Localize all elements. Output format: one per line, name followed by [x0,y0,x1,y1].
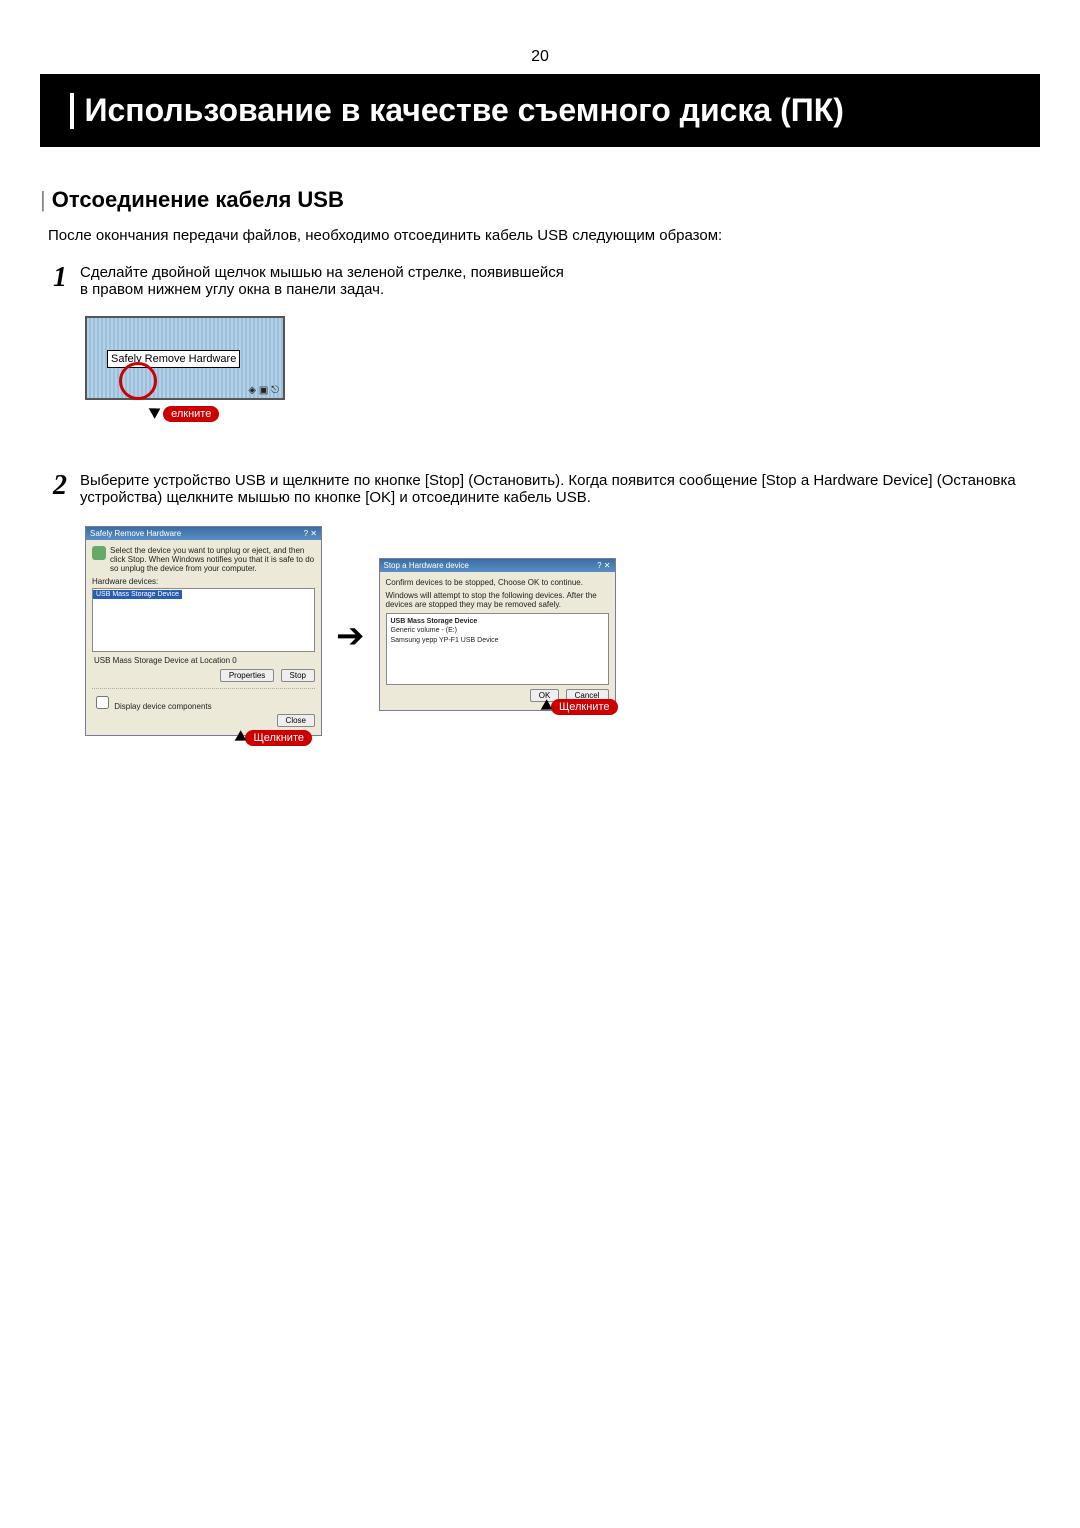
click-label: елкните [163,406,219,422]
attempt-text: Windows will attempt to stop the followi… [386,591,609,609]
info-text: Select the device you want to unplug or … [110,546,315,573]
tray-icons: ◈ ▣ ⎋ [248,385,279,396]
hardware-label: Hardware devices: [92,577,315,586]
chapter-heading-bar: Использование в качестве съемного диска … [40,74,1040,147]
step-number: 2 [40,472,80,500]
step-number: 1 [40,264,80,292]
titlebar-buttons[interactable]: ? ✕ [597,561,610,570]
checkbox-icon[interactable] [96,696,109,709]
dialog-titlebar: Stop a Hardware device ? ✕ [380,559,615,572]
page-number: 20 [40,48,1040,66]
step-1: 1 Сделайте двойной щелчок мышью на зелен… [40,264,1040,298]
heading-rule [70,93,74,129]
safely-remove-dialog: Safely Remove Hardware ? ✕ Select the de… [85,526,322,736]
dialog-titlebar: Safely Remove Hardware ? ✕ [86,527,321,540]
dialog-body: Select the device you want to unplug or … [86,540,321,735]
device-item[interactable]: Generic volume - (E:) [391,626,604,636]
close-row: Close [92,714,315,727]
section-title: |Отсоединение кабеля USB [40,187,1040,213]
section-rule-icon: | [40,187,46,212]
confirm-text: Confirm devices to be stopped, Choose OK… [386,578,609,587]
section-title-text: Отсоединение кабеля USB [52,187,344,212]
dialog-2-wrap: Stop a Hardware device ? ✕ Confirm devic… [379,558,616,715]
dialog-1-wrap: Safely Remove Hardware ? ✕ Select the de… [85,526,322,746]
cursor-icon [148,403,163,418]
dialog-screenshots: Safely Remove Hardware ? ✕ Select the de… [85,526,1040,746]
dialog-title: Stop a Hardware device [384,561,469,570]
stop-hardware-dialog: Stop a Hardware device ? ✕ Confirm devic… [379,558,616,711]
document-page: 20 Использование в качестве съемного дис… [0,0,1080,1528]
dialog-title: Safely Remove Hardware [90,529,181,538]
stop-button[interactable]: Stop [281,669,315,682]
taskbar-screenshot: Safely Remove Hardware ◈ ▣ ⎋ елкните [85,316,285,422]
eject-icon [92,546,106,560]
arrow-right-icon: ➔ [336,616,365,656]
system-tray: Safely Remove Hardware ◈ ▣ ⎋ [85,316,285,400]
chapter-title: Использование в качестве съемного диска … [84,92,844,128]
device-list[interactable]: USB Mass Storage Device [92,588,315,652]
click-label: Щелкните [245,730,312,746]
click-callout-ok: Щелкните [383,699,618,715]
device-item[interactable]: USB Mass Storage Device [391,617,604,627]
close-button[interactable]: Close [277,714,315,727]
info-row: Select the device you want to unplug or … [92,546,315,573]
button-row: Properties Stop [92,669,315,682]
click-label: Щелкните [551,699,618,715]
device-item-selected[interactable]: USB Mass Storage Device [93,590,182,599]
click-callout: елкните [85,404,285,422]
intro-text: После окончания передачи файлов, необход… [48,227,1040,244]
highlight-circle-icon [119,362,157,400]
click-callout-stop: Щелкните [89,730,312,746]
device-location: USB Mass Storage Device at Location 0 [94,656,315,665]
step-text: Выберите устройство USB и щелкните по кн… [80,472,1040,506]
dialog-body: Confirm devices to be stopped, Choose OK… [380,572,615,710]
display-components-checkbox[interactable]: Display device components [92,688,315,712]
properties-button[interactable]: Properties [220,669,274,682]
device-item[interactable]: Samsung yepp YP-F1 USB Device [391,636,604,646]
step1-line1: Сделайте двойной щелчок мышью на зеленой… [80,264,564,281]
step-text: Сделайте двойной щелчок мышью на зеленой… [80,264,1040,298]
checkbox-label: Display device components [114,702,211,711]
step-2: 2 Выберите устройство USB и щелкните по … [40,472,1040,506]
device-tree[interactable]: USB Mass Storage Device Generic volume -… [386,613,609,685]
step1-line2: в правом нижнем углу окна в панели задач… [80,281,384,298]
titlebar-buttons[interactable]: ? ✕ [304,529,317,538]
